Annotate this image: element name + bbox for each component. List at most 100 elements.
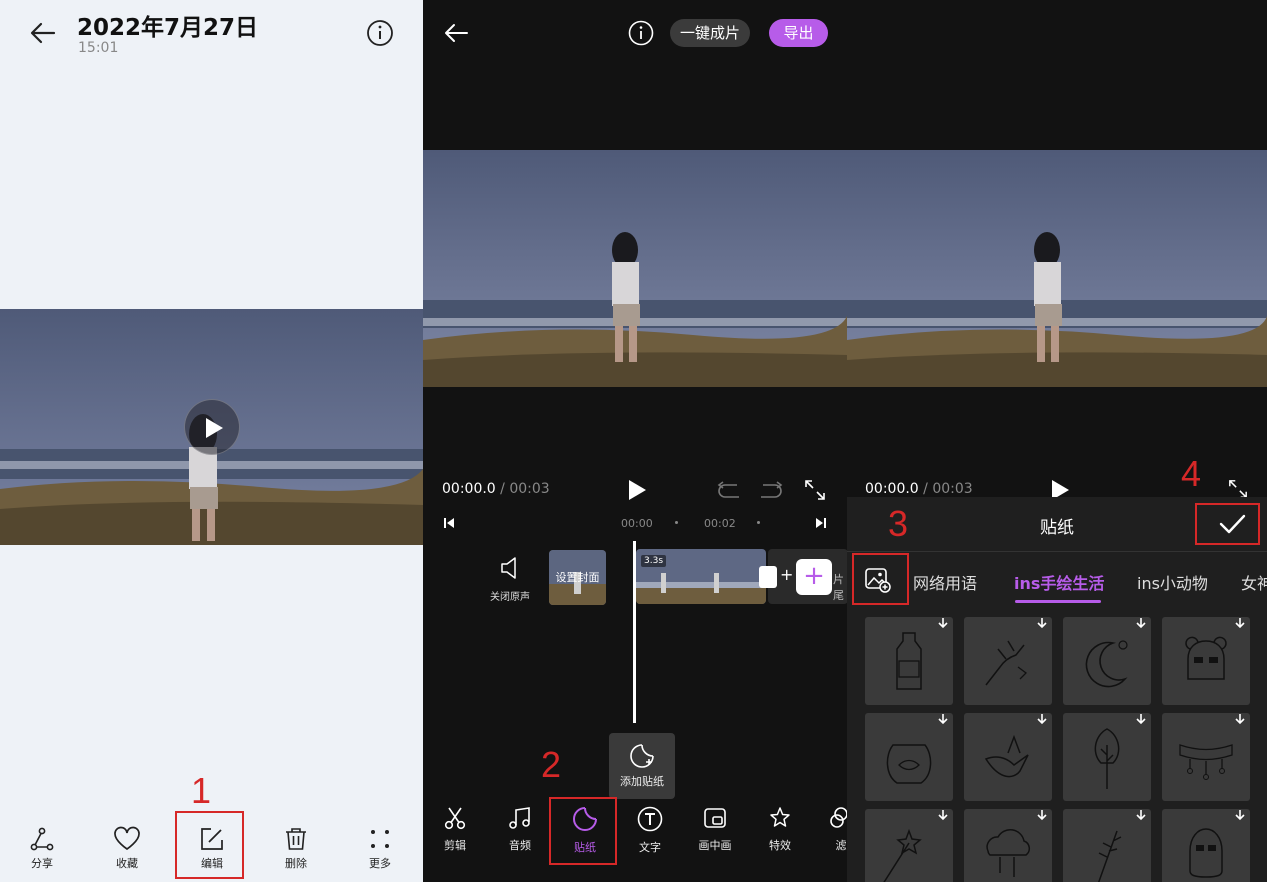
filter-icon: [830, 807, 847, 828]
sticker-item-leaf[interactable]: [1063, 809, 1151, 882]
ending-label: 片尾: [833, 573, 844, 602]
scissors-icon: [444, 807, 466, 830]
speaker-mute-icon: [501, 557, 516, 579]
skip-to-end-icon[interactable]: [815, 517, 827, 529]
fishbowl-sticker-icon: [886, 744, 932, 784]
hand-sticker-icon: [985, 640, 1027, 686]
fullscreen-icon[interactable]: [804, 479, 826, 501]
sticker-item-moon[interactable]: [1063, 617, 1151, 705]
clip-duration: 3.3s: [641, 555, 667, 567]
share-icon: [30, 827, 54, 851]
tool-cut[interactable]: 剪辑: [425, 806, 485, 853]
add-sticker-button[interactable]: 添加贴纸: [609, 733, 675, 799]
timeline-dot: [757, 521, 760, 524]
add-sticker-icon: [630, 744, 654, 768]
sticker-item-hand[interactable]: [964, 617, 1052, 705]
mute-label: 关闭原声: [490, 592, 530, 603]
sticker-item-bottle[interactable]: [865, 617, 953, 705]
tool-label: 特效: [769, 839, 791, 852]
info-icon[interactable]: [366, 19, 394, 47]
back-arrow-icon[interactable]: [28, 18, 58, 48]
timecode: 00:00.0 / 00:03: [442, 481, 550, 497]
timecode-total: / 00:03: [495, 481, 550, 497]
tool-label: 音频: [509, 839, 531, 852]
divider: [847, 551, 1267, 552]
timecode-current: 00:00.0: [442, 481, 496, 497]
tool-label: 剪辑: [444, 839, 466, 852]
sticker-item-fishbowl[interactable]: [865, 713, 953, 801]
favorite-label: 收藏: [116, 857, 138, 870]
info-icon[interactable]: [628, 20, 654, 46]
annotation-box-2: [549, 797, 617, 865]
fullscreen-icon[interactable]: [1228, 479, 1248, 499]
undo-icon[interactable]: [717, 481, 741, 499]
tool-filter[interactable]: 滤: [811, 806, 847, 853]
moon-sticker-icon: [1085, 640, 1128, 688]
play-button[interactable]: [184, 399, 240, 455]
tool-effects[interactable]: 特效: [750, 806, 810, 853]
tool-audio[interactable]: 音频: [490, 806, 550, 853]
sticker-item-bird[interactable]: [964, 713, 1052, 801]
more-label: 更多: [369, 857, 391, 870]
play-icon[interactable]: [626, 479, 648, 501]
active-tab-indicator: [1015, 600, 1101, 603]
sticker-item-bear[interactable]: [1162, 617, 1250, 705]
export-button[interactable]: 导出: [769, 19, 828, 47]
tab-ins-handdrawn-life[interactable]: ins手绘生活: [1014, 570, 1104, 594]
timecode-total: / 00:03: [918, 481, 973, 497]
video-clip[interactable]: 3.3s: [636, 549, 766, 604]
banner-sticker-icon: [1179, 744, 1233, 780]
tab-goddess[interactable]: 女神: [1241, 570, 1267, 594]
bottle-sticker-icon: [896, 632, 922, 690]
share-button[interactable]: 分享: [12, 818, 72, 878]
tab-internet-slang[interactable]: 网络用语: [913, 570, 977, 594]
sticker-item-cloud[interactable]: [964, 809, 1052, 882]
one-click-video-button[interactable]: 一键成片: [670, 19, 751, 47]
cover-label: 设置封面: [555, 571, 600, 584]
tab-ins-animals[interactable]: ins小动物: [1137, 570, 1208, 594]
editor-panel: 一键成片 导出 00:00.0 / 00:03 00:00 00:02 关闭原声…: [423, 0, 847, 882]
tool-text[interactable]: 文字: [620, 806, 680, 855]
more-button[interactable]: 更多: [350, 818, 410, 878]
leaf-sticker-icon: [1097, 830, 1122, 882]
sticker-panel: 00:00.0 / 00:03 贴纸 网络用语 ins手绘生活 ins小动物 女…: [847, 0, 1267, 882]
bird-sticker-icon: [984, 734, 1029, 778]
wand-sticker-icon: [883, 828, 922, 882]
timecode-current: 00:00.0: [865, 481, 919, 497]
tool-pip[interactable]: 画中画: [685, 806, 745, 853]
skip-to-start-icon[interactable]: [443, 517, 455, 529]
annotation-2: 2: [541, 744, 562, 785]
annotation-1: 1: [191, 770, 212, 811]
back-arrow-icon[interactable]: [443, 20, 469, 46]
favorite-button[interactable]: 收藏: [97, 818, 157, 878]
annotation-box-4: [1195, 503, 1260, 545]
set-cover-button[interactable]: 设置封面: [549, 550, 606, 605]
timeline-dot: [675, 521, 678, 524]
annotation-3: 3: [888, 503, 909, 544]
share-label: 分享: [31, 857, 53, 870]
timeline-tick: 00:00: [621, 517, 653, 530]
photo-time: 15:01: [78, 40, 119, 56]
video-preview[interactable]: [847, 150, 1267, 387]
cloud-sticker-icon: [986, 829, 1030, 877]
add-clip-button[interactable]: +: [796, 559, 832, 595]
sticker-item-tree[interactable]: [1063, 713, 1151, 801]
sticker-item-banner[interactable]: [1162, 713, 1250, 801]
tree-sticker-icon: [1094, 728, 1120, 789]
mute-original-audio-button[interactable]: 关闭原声: [485, 556, 535, 603]
transition-button[interactable]: [759, 566, 777, 588]
trash-icon: [286, 828, 306, 850]
effects-icon: [770, 807, 790, 827]
sticker-item-icecream[interactable]: [1162, 809, 1250, 882]
tool-label: 滤: [835, 839, 847, 852]
video-preview[interactable]: [423, 150, 847, 387]
delete-label: 删除: [285, 857, 307, 870]
redo-icon[interactable]: [759, 481, 783, 499]
annotation-box-1: [175, 811, 244, 879]
timeline-tick: 00:02: [704, 517, 736, 530]
sticker-item-wand[interactable]: [865, 809, 953, 882]
playhead[interactable]: [633, 541, 636, 723]
add-sticker-label: 添加贴纸: [620, 775, 664, 788]
delete-button[interactable]: 删除: [266, 818, 326, 878]
plus-icon: +: [780, 565, 794, 584]
